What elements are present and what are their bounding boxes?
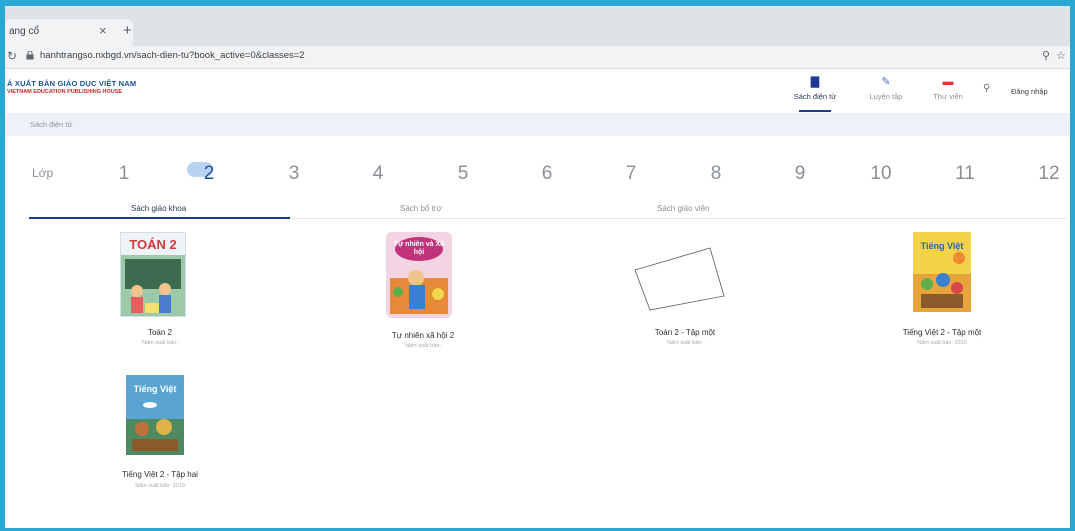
- library-icon: ▬: [942, 76, 954, 88]
- bookmark-star-icon[interactable]: ☆: [1056, 49, 1066, 62]
- search-icon[interactable]: ⚲: [983, 83, 990, 94]
- book-title[interactable]: Toán 2: [75, 328, 245, 337]
- grade-5[interactable]: 5: [445, 154, 481, 194]
- browser-frame: ang cổ × + ↻ hanhtrangso.nxbgd.vn/sach-d…: [5, 6, 1070, 528]
- breadcrumb[interactable]: Sách điện tử: [30, 120, 73, 129]
- grade-6[interactable]: 6: [529, 154, 565, 194]
- book-publish-year: Năm xuất bản: 2019: [917, 340, 967, 346]
- publisher-logo-subtext: VIETNAM EDUCATION PUBLISHING HOUSE: [7, 89, 123, 95]
- book-cover-title: Tự nhiên và Xã hội: [393, 241, 445, 256]
- zoom-icon[interactable]: ⚲: [1042, 49, 1050, 62]
- browser-toolbar: ↻ hanhtrangso.nxbgd.vn/sach-dien-tu?book…: [5, 46, 1070, 69]
- new-tab-icon[interactable]: +: [123, 22, 132, 39]
- nav-active-indicator: [799, 110, 831, 112]
- book-cover-title: TOÁN 2: [129, 237, 177, 252]
- login-button[interactable]: Đăng nhập: [1011, 87, 1048, 96]
- book-title[interactable]: Toán 2 - Tập một: [600, 328, 770, 337]
- tab-textbooks[interactable]: Sách giáo khoa: [131, 204, 186, 213]
- browser-tab[interactable]: ang cổ ×: [5, 19, 133, 46]
- book-publish-year: Năm xuất bản:: [142, 340, 178, 346]
- nav-label: Luyện tập: [869, 92, 903, 101]
- book-icon: ▇: [810, 76, 820, 88]
- grade-3[interactable]: 3: [276, 154, 312, 194]
- book-cover[interactable]: Tiếng Việt: [126, 375, 184, 455]
- browser-tabstrip: ang cổ × +: [5, 6, 1070, 46]
- grade-1[interactable]: 1: [106, 154, 142, 194]
- nav-label: Sách điện tử: [793, 92, 837, 101]
- grade-label: Lớp: [32, 166, 54, 180]
- book-publish-year: Năm xuất bản: 2019: [135, 483, 185, 489]
- book-cover-title: Tiếng Việt: [920, 241, 964, 251]
- grade-12[interactable]: 12: [1031, 154, 1067, 194]
- grade-10[interactable]: 10: [863, 154, 899, 194]
- nav-practice[interactable]: ✎ Luyện tập: [856, 75, 916, 101]
- book-title[interactable]: Tiếng Việt 2 - Tập một: [857, 328, 1027, 337]
- grade-8[interactable]: 8: [698, 154, 734, 194]
- nav-label: Thư viện: [933, 92, 963, 101]
- book-cover-title: Tiếng Việt: [133, 384, 177, 394]
- lock-icon: [26, 51, 34, 60]
- book-card[interactable]: TOÁN 2 Toán 2 Năm xuất bản:: [75, 232, 245, 352]
- tab-title: ang cổ: [9, 26, 40, 37]
- breadcrumb-bar: Sách điện tử: [5, 114, 1070, 136]
- pencil-icon: ✎: [881, 76, 891, 88]
- grade-7[interactable]: 7: [613, 154, 649, 194]
- book-title[interactable]: Tiếng Việt 2 - Tập hai: [75, 470, 245, 479]
- book-publish-year: Năm xuất bản:: [405, 343, 441, 349]
- tab-active-indicator: [29, 217, 290, 219]
- grade-2[interactable]: 2: [191, 154, 227, 194]
- grade-9[interactable]: 9: [782, 154, 818, 194]
- nav-library[interactable]: ▬ Thư viện: [918, 75, 978, 101]
- book-cover[interactable]: TOÁN 2: [120, 232, 186, 317]
- book-card[interactable]: Tiếng Việt Tiếng Việt 2 - Tập hai Năm xu…: [75, 375, 245, 495]
- book-cover[interactable]: Tiếng Việt: [913, 232, 971, 312]
- site-header: Á XUẤT BẢN GIÁO DỤC VIỆT NAM VIETNAM EDU…: [5, 69, 1070, 114]
- book-cover-placeholder[interactable]: [630, 240, 730, 316]
- book-cover[interactable]: Tự nhiên và Xã hội: [386, 232, 452, 318]
- close-tab-icon[interactable]: ×: [99, 23, 107, 38]
- tab-supplementary[interactable]: Sách bổ trợ: [400, 204, 442, 213]
- address-bar[interactable]: hanhtrangso.nxbgd.vn/sach-dien-tu?book_a…: [40, 50, 305, 61]
- publisher-logo-text[interactable]: Á XUẤT BẢN GIÁO DỤC VIỆT NAM: [7, 79, 136, 88]
- broken-image-icon: [634, 247, 725, 311]
- grade-4[interactable]: 4: [360, 154, 396, 194]
- grade-11[interactable]: 11: [947, 154, 983, 194]
- tab-teacher-books[interactable]: Sách giáo viên: [657, 204, 709, 213]
- book-publish-year: Năm xuất bản:: [667, 340, 703, 346]
- reload-icon[interactable]: ↻: [7, 49, 17, 63]
- book-card[interactable]: Tiếng Việt Tiếng Việt 2 - Tập một Năm xu…: [857, 232, 1027, 352]
- book-card[interactable]: Toán 2 - Tập một Năm xuất bản:: [600, 232, 770, 352]
- book-title[interactable]: Tự nhiên xã hội 2: [338, 331, 508, 340]
- nav-ebooks[interactable]: ▇ Sách điện tử: [785, 75, 845, 112]
- book-card[interactable]: Tự nhiên và Xã hội Tự nhiên xã hội 2 Năm…: [338, 232, 508, 352]
